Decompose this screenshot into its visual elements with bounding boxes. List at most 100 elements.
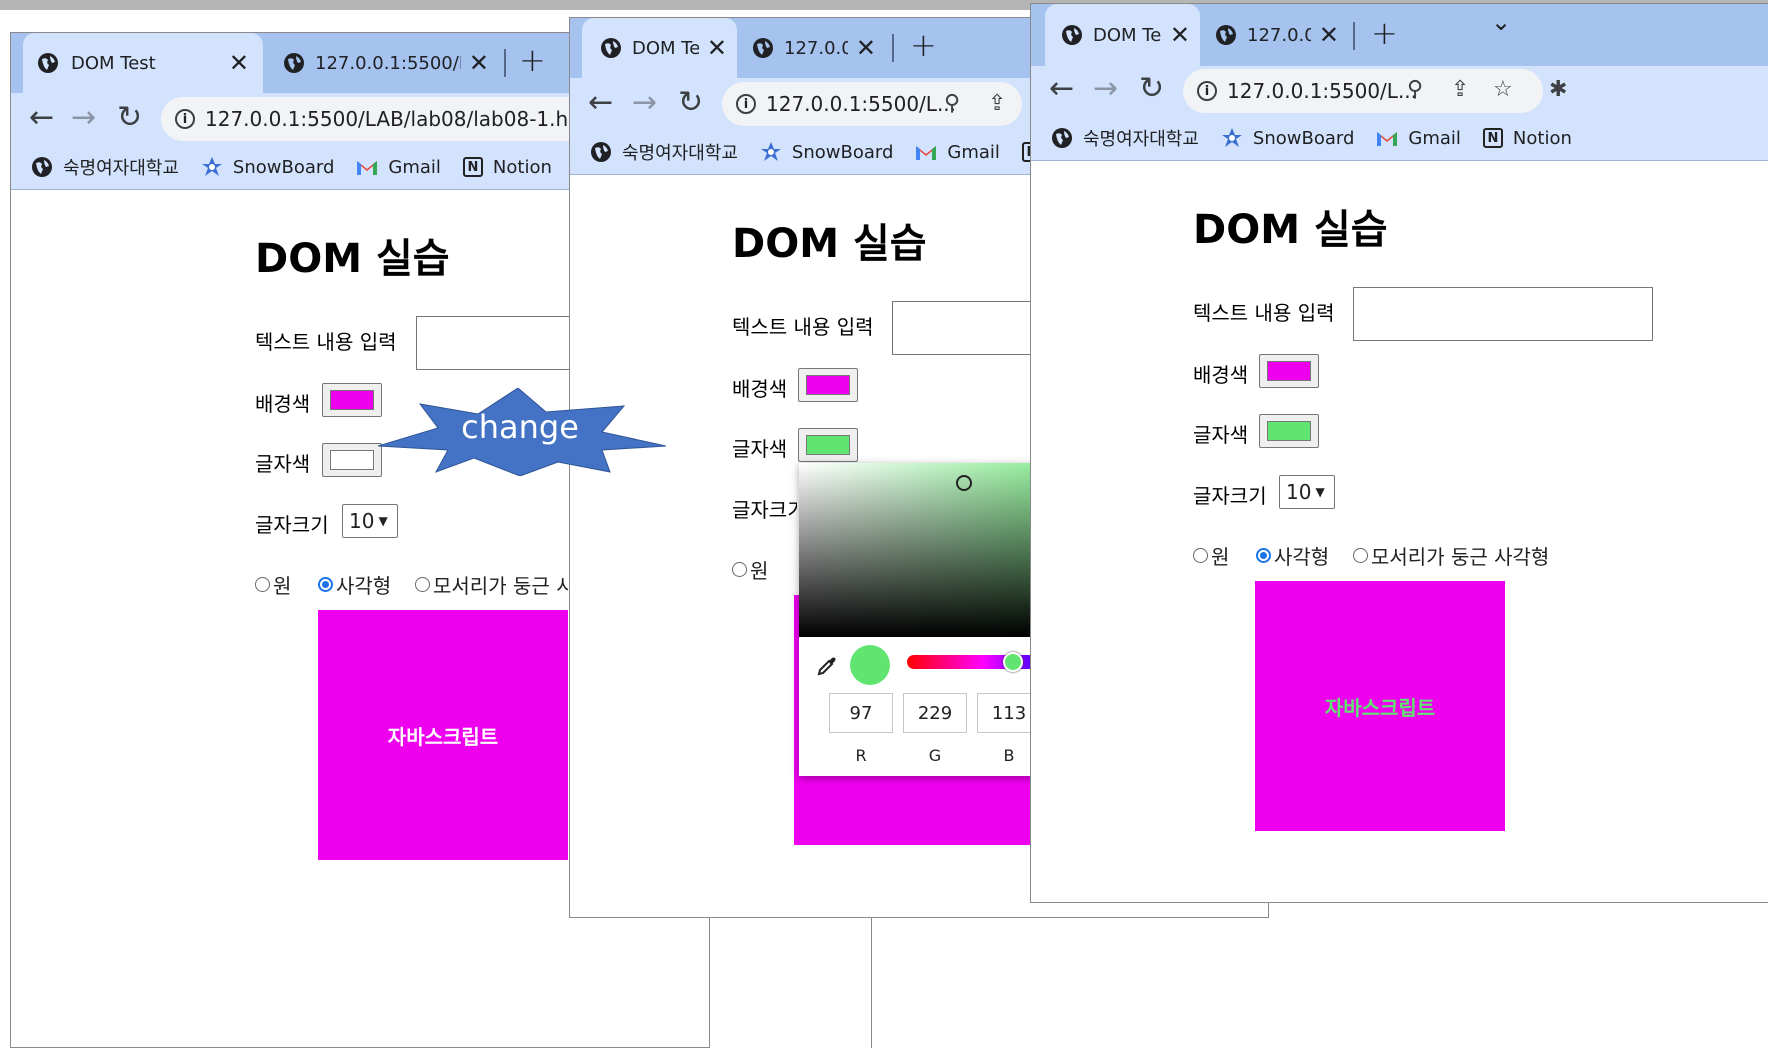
bookmark-label: 숙명여자대학교 <box>622 143 738 164</box>
color-selector-handle[interactable] <box>956 475 972 491</box>
back-button[interactable]: ← <box>1049 74 1074 104</box>
notion-icon: N <box>462 157 483 177</box>
radio-button[interactable] <box>1256 548 1271 563</box>
close-tab-icon[interactable]: ✕ <box>1319 21 1339 49</box>
globe-icon <box>1062 25 1082 45</box>
browser-window-after: DOM Te ✕ 127.0.0.1 ✕ + ⌄ ← → ↻ i 127.0.0… <box>1030 3 1768 903</box>
toolbar: ← → ↻ i 127.0.0.1:5500/L... ⚲ ⇪ ☆ ✱ <box>1031 66 1768 116</box>
shape-box: 자바스크립트 <box>318 610 568 860</box>
share-icon[interactable]: ⇪ <box>988 91 1006 116</box>
tab-dom-test[interactable]: DOM Test ✕ <box>23 33 263 93</box>
radio-circle[interactable]: 원 <box>1193 541 1229 570</box>
font-color-picker[interactable] <box>322 443 382 477</box>
bookmark-snowboard[interactable]: SnowBoard <box>1221 127 1354 149</box>
info-icon[interactable]: i <box>1197 81 1217 101</box>
radio-button[interactable] <box>318 577 333 592</box>
tab-title: 127.0.0.1 <box>1247 24 1311 46</box>
back-button[interactable]: ← <box>588 88 613 118</box>
text-input[interactable] <box>1353 287 1653 341</box>
radio-label: 모서리가 둥근 시 <box>433 574 575 598</box>
tab-title: DOM Te <box>1093 24 1162 46</box>
tab-dom-test[interactable]: DOM Te ✕ <box>1045 4 1200 66</box>
zoom-icon[interactable]: ⚲ <box>1407 77 1423 102</box>
red-input[interactable]: 97 <box>829 693 893 733</box>
bg-color-picker[interactable] <box>322 383 382 417</box>
url-text: 127.0.0.1:5500/L... <box>1227 79 1418 103</box>
zoom-icon[interactable]: ⚲ <box>944 91 960 116</box>
radio-square[interactable]: 사각형 <box>1256 541 1329 570</box>
bookmark-gmail[interactable]: Gmail <box>356 157 441 178</box>
radio-rounded[interactable]: 모서리가 둥근 시 <box>415 570 575 599</box>
font-color-picker[interactable] <box>798 428 858 462</box>
close-tab-icon[interactable]: ✕ <box>707 34 727 62</box>
new-tab-button[interactable]: + <box>910 26 937 64</box>
eyedropper-icon[interactable] <box>815 654 839 678</box>
forward-button[interactable]: → <box>71 103 96 133</box>
globe-icon <box>591 142 611 162</box>
close-tab-icon[interactable]: ✕ <box>1170 21 1190 49</box>
bookmark-label: 숙명여자대학교 <box>63 158 179 179</box>
tab-localhost[interactable]: 127.0.0.1 ✕ <box>742 18 882 78</box>
bookmark-snowboard[interactable]: SnowBoard <box>201 156 334 178</box>
font-color-label: 글자색 <box>1193 423 1249 447</box>
bg-color-picker[interactable] <box>1259 354 1319 388</box>
radio-button[interactable] <box>732 562 747 577</box>
back-button[interactable]: ← <box>29 103 54 133</box>
bookmark-snowboard[interactable]: SnowBoard <box>760 141 893 163</box>
font-size-select[interactable]: 10 ▼ <box>342 504 398 538</box>
green-label: G <box>928 746 942 765</box>
forward-button[interactable]: → <box>632 88 657 118</box>
bg-color-label: 배경색 <box>1193 363 1249 387</box>
bg-color-swatch <box>806 375 850 395</box>
info-icon[interactable]: i <box>175 109 195 129</box>
close-tab-icon[interactable]: ✕ <box>469 49 489 77</box>
shape-box: 자바스크립트 <box>1255 581 1505 831</box>
radio-button[interactable] <box>415 577 430 592</box>
select-value: 10 <box>1286 480 1312 504</box>
green-input[interactable]: 229 <box>903 693 967 733</box>
info-icon[interactable]: i <box>736 94 756 114</box>
radio-circle[interactable]: 원 <box>255 570 291 599</box>
tab-dom-test[interactable]: DOM Te ✕ <box>582 18 737 78</box>
font-size-select[interactable]: 10 ▼ <box>1279 475 1335 509</box>
close-tab-icon[interactable]: ✕ <box>856 34 876 62</box>
bookmark-notion[interactable]: N Notion <box>462 157 552 178</box>
radio-button[interactable] <box>1193 548 1208 563</box>
bookmark-gmail[interactable]: Gmail <box>1376 128 1461 149</box>
star-icon[interactable]: ☆ <box>1493 77 1513 102</box>
new-tab-button[interactable]: + <box>519 41 546 79</box>
address-bar[interactable]: i 127.0.0.1:5500/L... <box>1183 69 1543 113</box>
radio-square[interactable]: 사각형 <box>318 570 391 599</box>
address-bar[interactable]: i 127.0.0.1:5500/L... <box>722 82 1022 126</box>
bookmark-sookmyung[interactable]: 숙명여자대학교 <box>590 139 738 165</box>
new-tab-button[interactable]: + <box>1371 14 1398 52</box>
tab-search-chevron-icon[interactable]: ⌄ <box>1491 8 1511 36</box>
radio-button[interactable] <box>255 577 270 592</box>
radio-circle[interactable]: 원 <box>732 555 768 584</box>
bg-color-picker[interactable] <box>798 368 858 402</box>
page-title: DOM 실습 <box>255 236 450 282</box>
select-value: 10 <box>349 509 375 533</box>
chevron-down-icon: ▼ <box>378 514 388 528</box>
globe-icon <box>753 38 773 58</box>
red-label: R <box>855 746 867 765</box>
bookmark-notion[interactable]: N Notion <box>1482 128 1572 149</box>
reload-button[interactable]: ↻ <box>117 103 142 133</box>
forward-button[interactable]: → <box>1093 74 1118 104</box>
extensions-icon[interactable]: ✱ <box>1549 77 1567 102</box>
radio-button[interactable] <box>1353 548 1368 563</box>
share-icon[interactable]: ⇪ <box>1451 77 1469 102</box>
hue-slider-handle[interactable] <box>1003 652 1023 672</box>
reload-button[interactable]: ↻ <box>1139 74 1164 104</box>
bookmark-sookmyung[interactable]: 숙명여자대학교 <box>1051 125 1199 151</box>
font-color-picker[interactable] <box>1259 414 1319 448</box>
tab-localhost[interactable]: 127.0.0.1 ✕ <box>1205 4 1345 66</box>
radio-rounded[interactable]: 모서리가 둥근 사각형 <box>1353 541 1549 570</box>
bookmark-sookmyung[interactable]: 숙명여자대학교 <box>31 154 179 180</box>
gmail-icon <box>1377 132 1398 146</box>
close-tab-icon[interactable]: ✕ <box>229 49 249 77</box>
reload-button[interactable]: ↻ <box>678 88 703 118</box>
tab-localhost[interactable]: 127.0.0.1:5500/LAB/ ✕ <box>273 33 495 93</box>
bookmark-gmail[interactable]: Gmail <box>915 142 1000 163</box>
bookmark-label: SnowBoard <box>1252 127 1355 149</box>
